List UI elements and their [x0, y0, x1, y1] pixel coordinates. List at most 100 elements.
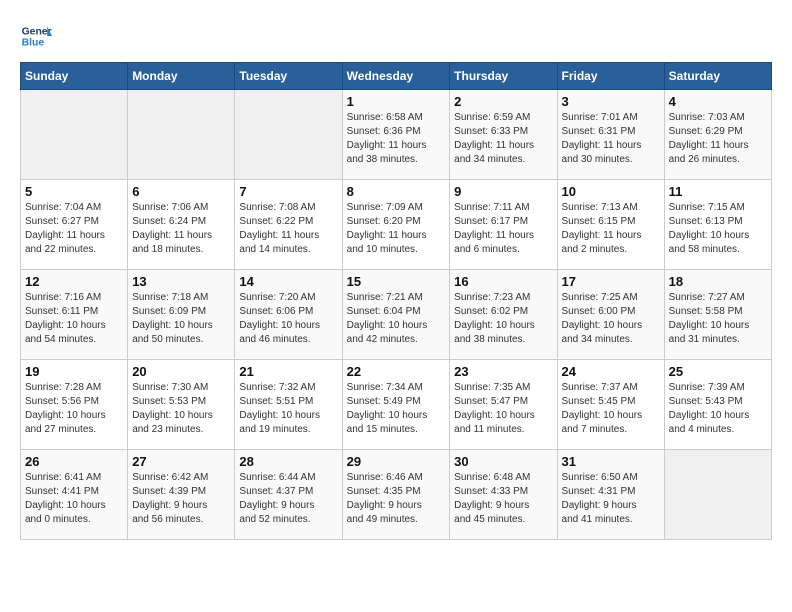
day-number: 1: [347, 94, 446, 109]
day-cell-29: 29 Sunrise: 6:46 AMSunset: 4:35 PMDayligh…: [342, 450, 450, 540]
day-header-wednesday: Wednesday: [342, 63, 450, 90]
day-cell-4: 4 Sunrise: 7:03 AMSunset: 6:29 PMDaylight…: [664, 90, 771, 180]
day-number: 30: [454, 454, 552, 469]
day-info: Sunrise: 7:09 AMSunset: 6:20 PMDaylight:…: [347, 201, 446, 257]
day-cell-24: 24Sunrise: 7:37 AMSunset: 5:45 PMDayligh…: [557, 360, 664, 450]
day-number: 17: [562, 274, 660, 289]
svg-text:Blue: Blue: [22, 38, 45, 49]
day-header-tuesday: Tuesday: [235, 63, 342, 90]
day-number: 26: [25, 454, 123, 469]
day-cell-23: 23 Sunrise: 7:35 AMSunset: 5:47 PMDayligh…: [450, 360, 557, 450]
week-row-5: 26 Sunrise: 6:41 AMSunset: 4:41 PMDayligh…: [21, 450, 772, 540]
day-cell-22: 22 Sunrise: 7:34 AMSunset: 5:49 PMDayligh…: [342, 360, 450, 450]
day-number: 28: [239, 454, 337, 469]
day-info: Sunrise: 7:25 AMSunset: 6:00 PMDaylight:…: [562, 291, 660, 347]
day-cell-2: 2Sunrise: 6:59 AMSunset: 6:33 PMDaylight…: [450, 90, 557, 180]
day-cell-10: 10Sunrise: 7:13 AMSunset: 6:15 PMDayligh…: [557, 180, 664, 270]
day-number: 3: [562, 94, 660, 109]
day-number: 31: [562, 454, 660, 469]
day-number: 15: [347, 274, 446, 289]
day-cell-11: 11Sunrise: 7:15 AMSunset: 6:13 PMDayligh…: [664, 180, 771, 270]
day-info: Sunrise: 7:20 AMSunset: 6:06 PMDaylight:…: [239, 291, 337, 347]
day-info: Sunrise: 7:21 AMSunset: 6:04 PMDaylight:…: [347, 291, 446, 347]
day-info: Sunrise: 7:15 AMSunset: 6:13 PMDaylight:…: [669, 201, 767, 257]
calendar-table: SundayMondayTuesdayWednesdayThursdayFrid…: [20, 62, 772, 540]
day-header-sunday: Sunday: [21, 63, 128, 90]
day-cell-21: 21Sunrise: 7:32 AMSunset: 5:51 PMDayligh…: [235, 360, 342, 450]
empty-cell: [21, 90, 128, 180]
day-cell-3: 3 Sunrise: 7:01 AMSunset: 6:31 PMDaylight…: [557, 90, 664, 180]
week-row-4: 19 Sunrise: 7:28 AMSunset: 5:56 PMDayligh…: [21, 360, 772, 450]
day-cell-8: 8 Sunrise: 7:09 AMSunset: 6:20 PMDaylight…: [342, 180, 450, 270]
day-number: 13: [132, 274, 230, 289]
day-number: 7: [239, 184, 337, 199]
day-info: Sunrise: 7:01 AMSunset: 6:31 PMDaylight:…: [562, 111, 660, 167]
day-number: 6: [132, 184, 230, 199]
day-cell-25: 25Sunrise: 7:39 AMSunset: 5:43 PMDayligh…: [664, 360, 771, 450]
day-number: 21: [239, 364, 337, 379]
day-cell-20: 20 Sunrise: 7:30 AMSunset: 5:53 PMDayligh…: [128, 360, 235, 450]
day-info: Sunrise: 7:23 AMSunset: 6:02 PMDaylight:…: [454, 291, 552, 347]
week-row-1: 1 Sunrise: 6:58 AMSunset: 6:36 PMDaylight…: [21, 90, 772, 180]
day-cell-9: 9 Sunrise: 7:11 AMSunset: 6:17 PMDaylight…: [450, 180, 557, 270]
day-number: 20: [132, 364, 230, 379]
day-cell-19: 19 Sunrise: 7:28 AMSunset: 5:56 PMDayligh…: [21, 360, 128, 450]
day-info: Sunrise: 7:18 AMSunset: 6:09 PMDaylight:…: [132, 291, 230, 347]
day-info: Sunrise: 7:11 AMSunset: 6:17 PMDaylight:…: [454, 201, 552, 257]
day-info: Sunrise: 7:16 AMSunset: 6:11 PMDaylight:…: [25, 291, 123, 347]
day-cell-28: 28Sunrise: 6:44 AMSunset: 4:37 PMDayligh…: [235, 450, 342, 540]
day-number: 23: [454, 364, 552, 379]
day-info: Sunrise: 6:50 AMSunset: 4:31 PMDaylight:…: [562, 471, 660, 527]
week-row-3: 12 Sunrise: 7:16 AMSunset: 6:11 PMDayligh…: [21, 270, 772, 360]
day-info: Sunrise: 7:28 AMSunset: 5:56 PMDaylight:…: [25, 381, 123, 437]
calendar-body: 1 Sunrise: 6:58 AMSunset: 6:36 PMDaylight…: [21, 90, 772, 540]
day-number: 27: [132, 454, 230, 469]
day-number: 18: [669, 274, 767, 289]
day-number: 12: [25, 274, 123, 289]
logo-icon: General Blue: [20, 20, 52, 52]
day-info: Sunrise: 6:58 AMSunset: 6:36 PMDaylight:…: [347, 111, 446, 167]
day-cell-18: 18Sunrise: 7:27 AMSunset: 5:58 PMDayligh…: [664, 270, 771, 360]
day-cell-13: 13 Sunrise: 7:18 AMSunset: 6:09 PMDayligh…: [128, 270, 235, 360]
day-cell-1: 1 Sunrise: 6:58 AMSunset: 6:36 PMDaylight…: [342, 90, 450, 180]
day-header-monday: Monday: [128, 63, 235, 90]
day-cell-31: 31 Sunrise: 6:50 AMSunset: 4:31 PMDayligh…: [557, 450, 664, 540]
day-cell-17: 17 Sunrise: 7:25 AMSunset: 6:00 PMDayligh…: [557, 270, 664, 360]
day-header-thursday: Thursday: [450, 63, 557, 90]
day-number: 2: [454, 94, 552, 109]
day-number: 29: [347, 454, 446, 469]
day-info: Sunrise: 6:42 AMSunset: 4:39 PMDaylight:…: [132, 471, 230, 527]
logo: General Blue: [20, 20, 56, 52]
day-number: 9: [454, 184, 552, 199]
day-info: Sunrise: 7:30 AMSunset: 5:53 PMDaylight:…: [132, 381, 230, 437]
day-info: Sunrise: 7:06 AMSunset: 6:24 PMDaylight:…: [132, 201, 230, 257]
day-cell-27: 27 Sunrise: 6:42 AMSunset: 4:39 PMDayligh…: [128, 450, 235, 540]
day-info: Sunrise: 7:04 AMSunset: 6:27 PMDaylight:…: [25, 201, 123, 257]
empty-cell: [235, 90, 342, 180]
day-cell-12: 12 Sunrise: 7:16 AMSunset: 6:11 PMDayligh…: [21, 270, 128, 360]
day-cell-26: 26 Sunrise: 6:41 AMSunset: 4:41 PMDayligh…: [21, 450, 128, 540]
day-cell-15: 15 Sunrise: 7:21 AMSunset: 6:04 PMDayligh…: [342, 270, 450, 360]
day-number: 14: [239, 274, 337, 289]
week-row-2: 5 Sunrise: 7:04 AMSunset: 6:27 PMDaylight…: [21, 180, 772, 270]
day-info: Sunrise: 7:39 AMSunset: 5:43 PMDaylight:…: [669, 381, 767, 437]
day-cell-16: 16Sunrise: 7:23 AMSunset: 6:02 PMDayligh…: [450, 270, 557, 360]
day-cell-6: 6 Sunrise: 7:06 AMSunset: 6:24 PMDaylight…: [128, 180, 235, 270]
day-info: Sunrise: 7:34 AMSunset: 5:49 PMDaylight:…: [347, 381, 446, 437]
day-info: Sunrise: 7:03 AMSunset: 6:29 PMDaylight:…: [669, 111, 767, 167]
empty-cell: [128, 90, 235, 180]
day-info: Sunrise: 7:08 AMSunset: 6:22 PMDaylight:…: [239, 201, 337, 257]
day-number: 19: [25, 364, 123, 379]
days-of-week-row: SundayMondayTuesdayWednesdayThursdayFrid…: [21, 63, 772, 90]
day-number: 4: [669, 94, 767, 109]
day-cell-14: 14 Sunrise: 7:20 AMSunset: 6:06 PMDayligh…: [235, 270, 342, 360]
day-number: 8: [347, 184, 446, 199]
day-info: Sunrise: 7:37 AMSunset: 5:45 PMDaylight:…: [562, 381, 660, 437]
day-info: Sunrise: 7:35 AMSunset: 5:47 PMDaylight:…: [454, 381, 552, 437]
day-info: Sunrise: 6:46 AMSunset: 4:35 PMDaylight:…: [347, 471, 446, 527]
day-info: Sunrise: 6:41 AMSunset: 4:41 PMDaylight:…: [25, 471, 123, 527]
day-header-saturday: Saturday: [664, 63, 771, 90]
calendar-header: SundayMondayTuesdayWednesdayThursdayFrid…: [21, 63, 772, 90]
day-number: 22: [347, 364, 446, 379]
day-number: 5: [25, 184, 123, 199]
